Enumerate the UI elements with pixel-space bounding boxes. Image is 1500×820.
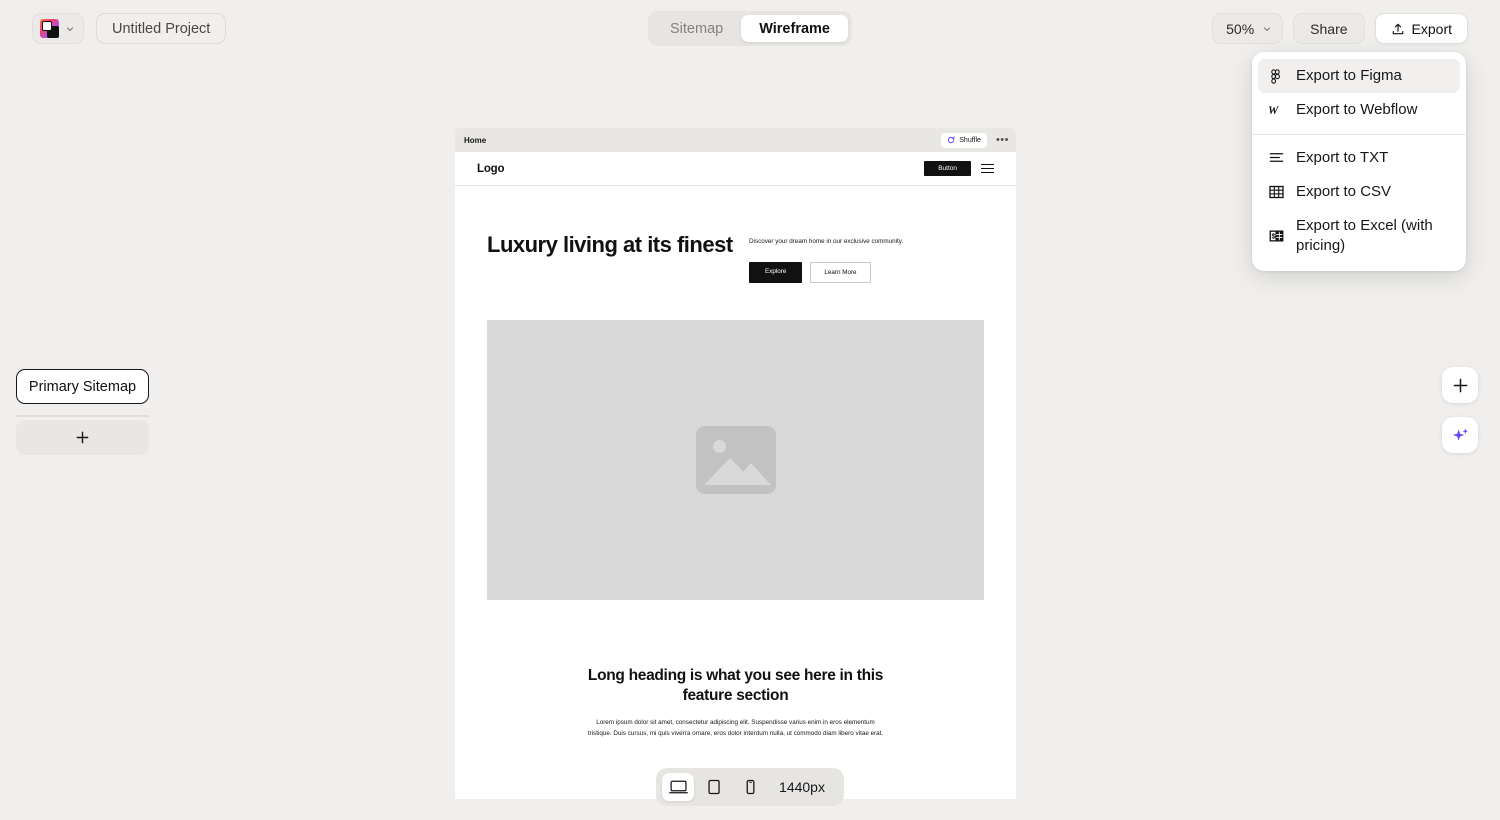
wireframe-navbar: Logo Button [455, 152, 1016, 186]
menu-item-export-webflow[interactable]: W Export to Webflow [1258, 93, 1460, 127]
text-lines-icon [1268, 151, 1284, 164]
menu-item-label: Export to CSV [1296, 182, 1392, 200]
share-label: Share [1310, 20, 1348, 37]
menu-item-export-csv[interactable]: Export to CSV [1258, 175, 1460, 209]
device-mobile-button[interactable] [734, 773, 766, 801]
feature-paragraph: Lorem ipsum dolor sit amet, consectetur … [587, 719, 884, 738]
wireframe-nav-actions: Button [924, 161, 994, 176]
wireframe-frame: Home Shuffle ••• Logo Button Luxury livi… [455, 128, 1016, 800]
feature-heading: Long heading is what you see here in thi… [587, 667, 884, 704]
menu-item-label: Export to TXT [1296, 148, 1389, 166]
device-toolbar: 1440px [656, 768, 844, 806]
menu-item-label: Export to Figma [1296, 67, 1402, 84]
device-desktop-button[interactable] [662, 773, 695, 801]
tab-wireframe[interactable]: Wireframe [741, 15, 848, 42]
wireframe-hero-section: Luxury living at its finest Discover you… [455, 186, 1016, 284]
table-grid-icon [1268, 185, 1284, 199]
menu-item-export-figma[interactable]: Export to Figma [1258, 59, 1460, 94]
ai-sparkle-icon [1452, 427, 1468, 441]
wireframe-nav-button[interactable]: Button [924, 161, 971, 176]
shuffle-button[interactable]: Shuffle [941, 132, 987, 148]
project-name-button[interactable]: Untitled Project [96, 13, 227, 44]
view-mode-tabs: Sitemap Wireframe [648, 11, 852, 46]
shuffle-refresh-icon [948, 136, 955, 144]
export-label: Export [1411, 20, 1452, 37]
sidebar-divider [16, 415, 149, 417]
hamburger-menu-icon[interactable] [981, 163, 994, 174]
hero-primary-button[interactable]: Explore [749, 262, 803, 284]
app-root: Untitled Project Sitemap Wireframe 50% S… [0, 0, 1500, 820]
upload-icon [1392, 23, 1403, 34]
plus-icon [76, 431, 89, 444]
toolbar-right-group: 50% Share Export [1212, 13, 1468, 44]
menu-separator [1252, 133, 1466, 135]
device-tablet-button[interactable] [698, 773, 730, 801]
hero-left-column: Luxury living at its finest [487, 232, 749, 283]
chevron-down-icon [66, 26, 74, 31]
hero-paragraph: Discover your dream home in our exclusiv… [749, 238, 904, 245]
app-logo-squares-icon [40, 19, 59, 38]
tablet-icon [708, 779, 720, 795]
chevron-down-icon [1264, 26, 1271, 31]
frame-header-actions: Shuffle ••• [941, 132, 1009, 148]
menu-item-label: Export to Webflow [1296, 101, 1418, 119]
menu-item-export-excel[interactable]: $ Export to Excel (with pricing) [1258, 209, 1460, 264]
device-width-label: 1440px [779, 779, 825, 795]
sidebar-item-primary-sitemap[interactable]: Primary Sitemap [16, 369, 149, 404]
project-name-label: Untitled Project [112, 20, 211, 37]
hero-right-column: Discover your dream home in our exclusiv… [749, 232, 949, 284]
wireframe-page: Logo Button Luxury living at its finest … [455, 152, 1016, 800]
svg-text:W: W [1268, 105, 1279, 117]
share-button[interactable]: Share [1293, 13, 1365, 44]
frame-header: Home Shuffle ••• [455, 128, 1016, 152]
mobile-icon [746, 779, 754, 795]
toolbar-left-group: Untitled Project [32, 13, 227, 44]
shuffle-label: Shuffle [959, 136, 981, 144]
wireframe-feature-section: Long heading is what you see here in thi… [455, 600, 1016, 739]
top-toolbar: Untitled Project Sitemap Wireframe 50% S… [0, 0, 1500, 57]
image-placeholder-icon [695, 426, 776, 495]
sidebar-item-label: Primary Sitemap [28, 378, 137, 395]
add-element-fab[interactable] [1442, 367, 1478, 403]
hero-heading: Luxury living at its finest [487, 232, 733, 257]
export-button[interactable]: Export [1374, 13, 1468, 44]
wireframe-hero-image [487, 320, 984, 601]
ai-assistant-fab[interactable] [1442, 417, 1478, 453]
webflow-w-icon: W [1268, 103, 1284, 117]
table-dollar-icon: $ [1268, 229, 1284, 243]
hero-buttons: Explore Learn More [749, 262, 949, 284]
tab-sitemap-label: Sitemap [670, 20, 724, 37]
ellipsis-icon[interactable]: ••• [996, 135, 1009, 146]
zoom-level-label: 50% [1226, 20, 1255, 37]
desktop-icon [668, 780, 688, 794]
add-sitemap-button[interactable] [16, 420, 149, 455]
plus-icon [1453, 378, 1467, 392]
export-dropdown-menu: Export to Figma W Export to Webflow Expo… [1252, 52, 1466, 271]
tab-wireframe-label: Wireframe [759, 20, 830, 37]
tab-sitemap[interactable]: Sitemap [652, 15, 741, 42]
hero-secondary-button[interactable]: Learn More [810, 262, 871, 284]
app-logo-button[interactable] [32, 13, 84, 44]
figma-icon [1268, 68, 1284, 84]
wireframe-logo: Logo [477, 162, 505, 175]
menu-item-export-txt[interactable]: Export to TXT [1258, 141, 1460, 175]
menu-item-label: Export to Excel (with pricing) [1296, 217, 1433, 255]
zoom-level-button[interactable]: 50% [1212, 13, 1284, 44]
frame-title: Home [464, 135, 487, 145]
